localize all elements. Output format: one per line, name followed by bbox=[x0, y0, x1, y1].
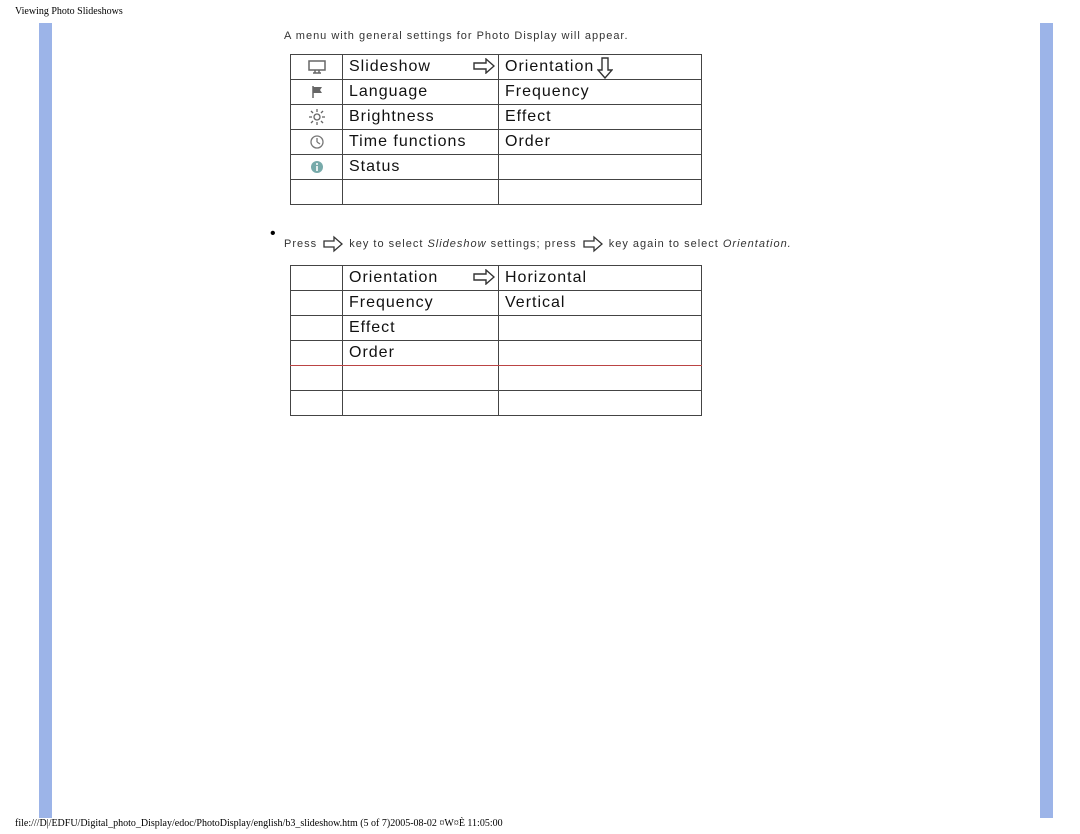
orientation-menu-table: Orientation Horizontal Frequency Vertica… bbox=[290, 265, 702, 416]
menu-label: Frequency bbox=[349, 294, 434, 311]
flag-icon bbox=[291, 80, 343, 105]
menu-label: Frequency bbox=[505, 83, 590, 100]
menu-label: Orientation bbox=[505, 58, 594, 75]
menu-label: Vertical bbox=[505, 294, 565, 311]
right-sidebar-stripe bbox=[1040, 23, 1053, 818]
footer-path: file:///D|/EDFU/Digital_photo_Display/ed… bbox=[15, 818, 503, 829]
intro-paragraph: A menu with general settings for Photo D… bbox=[284, 30, 854, 42]
main-content: A menu with general settings for Photo D… bbox=[284, 30, 854, 416]
menu-row: Status bbox=[291, 155, 702, 180]
arrow-right-icon bbox=[473, 269, 495, 285]
menu-label: Status bbox=[349, 158, 400, 175]
settings-menu-table: Slideshow Orientation Language bbox=[290, 54, 702, 205]
arrow-down-icon bbox=[597, 57, 613, 79]
menu-row: Frequency Vertical bbox=[291, 291, 702, 316]
menu-label: Horizontal bbox=[505, 269, 587, 286]
menu-label: Language bbox=[349, 83, 428, 100]
page-header: Viewing Photo Slideshows bbox=[15, 6, 123, 17]
menu-row bbox=[291, 366, 702, 391]
arrow-right-key-icon bbox=[323, 235, 343, 253]
left-sidebar-stripe bbox=[39, 23, 52, 818]
clock-icon bbox=[291, 130, 343, 155]
menu-label: Slideshow bbox=[349, 58, 431, 75]
menu-row: Slideshow Orientation bbox=[291, 55, 702, 80]
menu-row bbox=[291, 391, 702, 416]
menu-row: Time functions Order bbox=[291, 130, 702, 155]
menu-main-cell: Slideshow bbox=[343, 55, 499, 80]
italic-text: Orientation. bbox=[723, 238, 792, 250]
monitor-icon bbox=[291, 55, 343, 80]
brightness-icon bbox=[291, 105, 343, 130]
menu-sub-cell: Orientation bbox=[499, 55, 702, 80]
menu-row bbox=[291, 180, 702, 205]
menu-row: Effect bbox=[291, 316, 702, 341]
text: settings; press bbox=[487, 238, 577, 250]
italic-text: Slideshow bbox=[427, 238, 486, 250]
text: Press bbox=[284, 238, 317, 250]
menu-row: Orientation Horizontal bbox=[291, 266, 702, 291]
text: key to select bbox=[349, 238, 427, 250]
menu-row: Order bbox=[291, 341, 702, 366]
menu-label: Brightness bbox=[349, 108, 435, 125]
menu-label: Effect bbox=[349, 319, 396, 336]
menu-label: Effect bbox=[505, 108, 552, 125]
info-icon bbox=[291, 155, 343, 180]
menu-label: Orientation bbox=[349, 269, 438, 286]
arrow-right-icon bbox=[473, 58, 495, 74]
arrow-right-key-icon bbox=[583, 235, 603, 253]
bullet: • bbox=[270, 225, 277, 243]
menu-row: Language Frequency bbox=[291, 80, 702, 105]
menu-label: Time functions bbox=[349, 133, 466, 150]
step-paragraph: Press key to select Slideshow settings; … bbox=[284, 235, 854, 253]
menu-label: Order bbox=[349, 344, 395, 361]
text: key again to select bbox=[609, 238, 723, 250]
menu-row: Brightness Effect bbox=[291, 105, 702, 130]
menu-label: Order bbox=[505, 133, 551, 150]
